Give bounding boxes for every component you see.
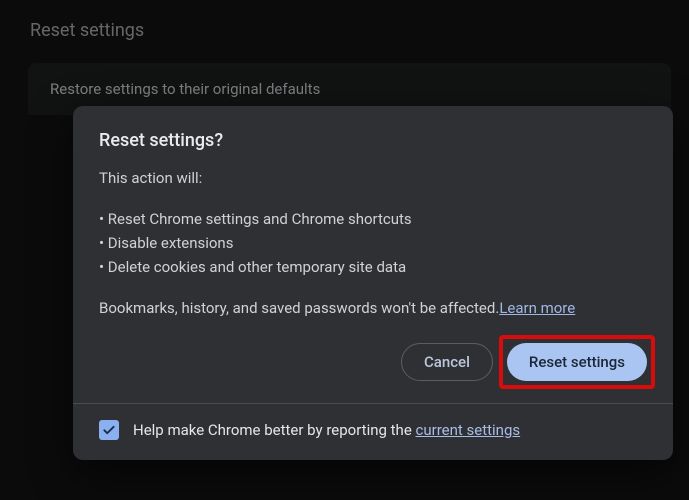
current-settings-link[interactable]: current settings xyxy=(416,421,521,439)
reset-settings-button[interactable]: Reset settings xyxy=(507,343,647,381)
footer-prefix: Help make Chrome better by reporting the xyxy=(133,421,416,439)
checkmark-icon xyxy=(102,423,116,437)
dialog-note-text: Bookmarks, history, and saved passwords … xyxy=(99,299,499,317)
dialog-title: Reset settings? xyxy=(99,130,647,151)
dialog-actions: Cancel Reset settings xyxy=(73,343,673,403)
report-settings-checkbox[interactable] xyxy=(99,420,119,440)
dialog-footer: Help make Chrome better by reporting the… xyxy=(73,404,673,460)
reset-settings-dialog: Reset settings? This action will: Reset … xyxy=(73,106,673,460)
footer-text: Help make Chrome better by reporting the… xyxy=(133,421,520,439)
dialog-note: Bookmarks, history, and saved passwords … xyxy=(99,299,647,317)
learn-more-link[interactable]: Learn more xyxy=(499,299,575,317)
dialog-intro-text: This action will: xyxy=(99,169,647,187)
dialog-bullet: Disable extensions xyxy=(99,231,647,255)
dialog-bullet: Delete cookies and other temporary site … xyxy=(99,255,647,279)
cancel-button[interactable]: Cancel xyxy=(401,343,493,381)
dialog-bullet: Reset Chrome settings and Chrome shortcu… xyxy=(99,207,647,231)
dialog-bullet-list: Reset Chrome settings and Chrome shortcu… xyxy=(99,207,647,279)
